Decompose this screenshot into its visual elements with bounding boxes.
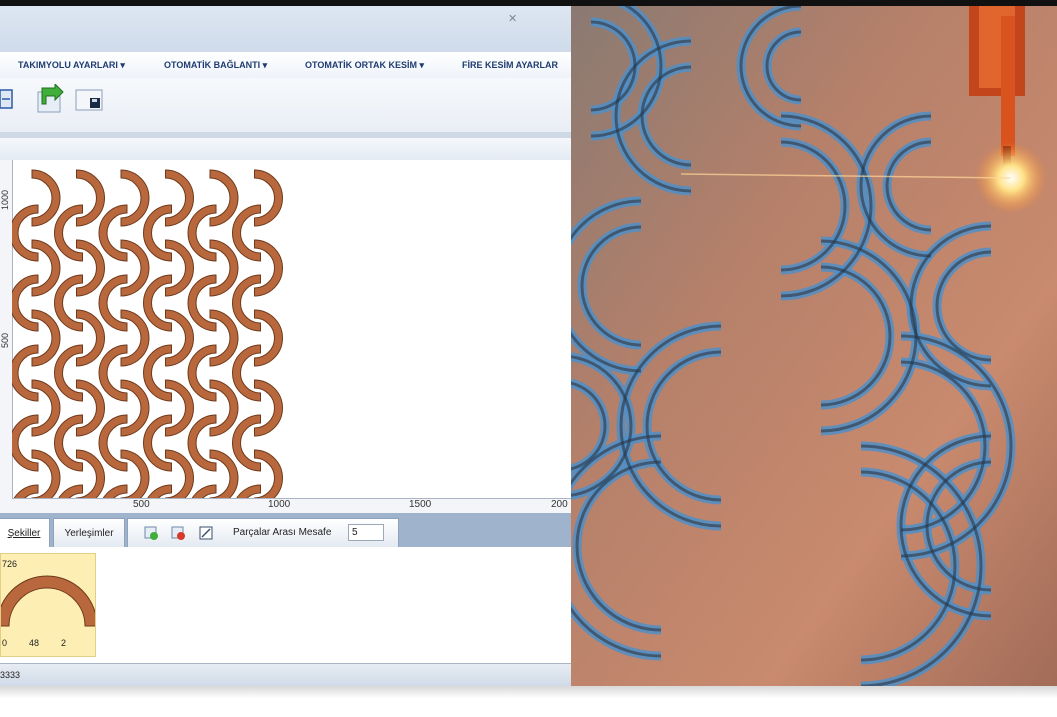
half-ring-part[interactable]	[143, 414, 172, 472]
tab-layouts[interactable]: Yerleşimler	[53, 518, 125, 547]
half-ring-part[interactable]	[187, 344, 217, 402]
half-ring-part[interactable]	[165, 379, 194, 437]
half-ring-part[interactable]	[76, 169, 105, 227]
half-ring-part[interactable]	[31, 239, 61, 297]
bottom-tab-bar: Şekiller Yerleşimler Parçalar Arası Mesa…	[0, 513, 571, 547]
half-ring-part[interactable]	[254, 239, 283, 297]
half-ring-part[interactable]	[76, 239, 105, 297]
menu-toolpath-settings[interactable]: TAKIMYOLU AYARLARI ▾	[18, 60, 125, 71]
half-ring-part[interactable]	[165, 309, 194, 367]
half-ring-part[interactable]	[143, 274, 172, 332]
horizontal-ruler: 500 1000 1500 200	[12, 498, 571, 514]
title-bar: ✕	[0, 6, 571, 52]
x-tick-label: 1000	[268, 499, 291, 510]
half-ring-part[interactable]	[232, 344, 261, 402]
arrange-icon[interactable]	[0, 84, 30, 114]
half-ring-part[interactable]	[254, 169, 283, 227]
shape-value: 48	[29, 638, 40, 648]
half-ring-part[interactable]	[209, 169, 239, 227]
shape-card[interactable]: 726 0 48 2	[0, 553, 96, 657]
half-ring-part[interactable]	[76, 309, 105, 367]
plasma-cutter-photo	[571, 6, 1057, 686]
half-ring-part[interactable]	[54, 204, 83, 262]
half-ring-part[interactable]	[76, 379, 105, 437]
half-ring-part[interactable]	[54, 344, 83, 402]
toolbar	[0, 78, 571, 132]
y-tick-label: 500	[0, 332, 10, 348]
half-ring-part[interactable]	[31, 309, 61, 367]
shape-value: 0	[2, 638, 8, 648]
status-bar: 3333	[0, 663, 571, 686]
half-ring-part[interactable]	[98, 414, 128, 472]
menu-auto-connection[interactable]: OTOMATİK BAĞLANTI ▾	[164, 60, 267, 71]
half-ring-part[interactable]	[254, 309, 283, 367]
half-ring-part[interactable]	[209, 309, 239, 367]
x-tick-label: 200	[551, 499, 568, 510]
half-ring-part[interactable]	[98, 344, 128, 402]
remove-part-icon[interactable]	[171, 526, 185, 540]
half-ring-part[interactable]	[31, 379, 61, 437]
half-ring-part[interactable]	[143, 204, 172, 262]
tab-shapes[interactable]: Şekiller	[0, 518, 50, 547]
half-ring-part[interactable]	[54, 414, 83, 472]
menu-bar: TAKIMYOLU AYARLARI ▾ OTOMATİK BAĞLANTI ▾…	[0, 52, 571, 79]
half-ring-part[interactable]	[12, 414, 39, 472]
tab-tools-panel: Parçalar Arası Mesafe	[127, 518, 399, 547]
half-ring-part[interactable]	[31, 169, 61, 227]
half-ring-part[interactable]	[165, 239, 194, 297]
y-tick-label: 1000	[0, 189, 10, 210]
half-ring-part[interactable]	[98, 274, 128, 332]
half-ring-part[interactable]	[120, 379, 150, 437]
half-ring-part[interactable]	[12, 204, 39, 262]
shape-id: 726	[2, 559, 18, 569]
half-ring-part[interactable]	[187, 274, 217, 332]
status-text: 3333	[0, 670, 21, 680]
part-spacing-input[interactable]	[348, 524, 384, 541]
x-tick-label: 500	[133, 499, 150, 510]
half-ring-part[interactable]	[209, 379, 239, 437]
save-disk-icon[interactable]	[74, 84, 104, 114]
half-ring-part[interactable]	[120, 239, 150, 297]
half-ring-part-thumbnail	[1, 575, 95, 627]
half-ring-part[interactable]	[12, 344, 39, 402]
part-spacing-label: Parçalar Arası Mesafe	[233, 527, 332, 538]
half-ring-part[interactable]	[209, 239, 239, 297]
menu-scrap-cut-settings[interactable]: FİRE KESİM AYARLAR	[462, 60, 558, 70]
half-ring-part[interactable]	[120, 309, 150, 367]
window-control-icon[interactable]: ✕	[508, 12, 517, 25]
page-bottom-shadow	[0, 686, 1057, 717]
shape-value: 2	[61, 638, 67, 648]
half-ring-part[interactable]	[232, 274, 261, 332]
x-tick-label: 1500	[409, 499, 432, 510]
part-settings-icon[interactable]	[199, 526, 213, 540]
half-ring-part[interactable]	[187, 204, 217, 262]
half-ring-part[interactable]	[143, 344, 172, 402]
sub-toolbar	[0, 138, 571, 161]
half-ring-part[interactable]	[254, 379, 283, 437]
half-ring-part[interactable]	[12, 274, 39, 332]
half-ring-part[interactable]	[165, 169, 194, 227]
half-ring-part[interactable]	[232, 204, 261, 262]
half-ring-part[interactable]	[187, 414, 217, 472]
nesting-canvas[interactable]: 1000 500 500 1000 1500 200	[0, 160, 571, 514]
half-ring-part[interactable]	[232, 414, 261, 472]
nesting-app-window: ✕ TAKIMYOLU AYARLARI ▾ OTOMATİK BAĞLANTI…	[0, 6, 571, 686]
add-part-icon[interactable]	[144, 526, 158, 540]
half-ring-part[interactable]	[54, 274, 83, 332]
half-ring-part[interactable]	[120, 169, 150, 227]
refresh-arrow-icon[interactable]	[35, 82, 65, 114]
menu-auto-common-cut[interactable]: OTOMATİK ORTAK KESİM ▾	[305, 60, 424, 71]
shapes-list-panel: 726 0 48 2	[0, 547, 571, 663]
nested-parts-layout[interactable]	[12, 168, 312, 508]
half-ring-part[interactable]	[98, 204, 128, 262]
